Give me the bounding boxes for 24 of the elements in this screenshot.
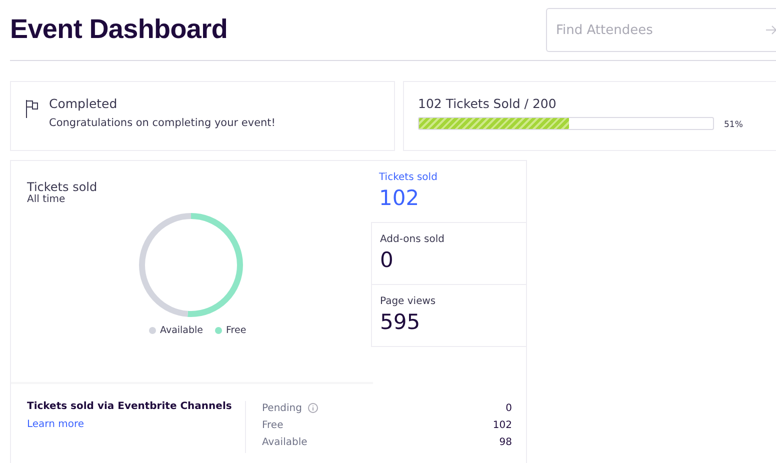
stat-tile[interactable]: Tickets sold 102 — [371, 161, 526, 223]
sales-title: 102 Tickets Sold / 200 — [418, 96, 558, 111]
page-title: Event Dashboard — [10, 14, 228, 45]
stat-tile[interactable]: Add-ons sold 0 — [371, 223, 526, 285]
row-label: Available — [262, 436, 308, 448]
channels-title: Tickets sold via Eventbrite Channels — [27, 401, 233, 412]
status-title: Completed — [49, 96, 118, 111]
legend-label: Free — [226, 325, 246, 336]
chart-subtitle: All time — [27, 194, 66, 205]
percent-label: 51% — [724, 120, 743, 130]
legend-label: Available — [160, 325, 204, 336]
row-label: Free — [262, 420, 284, 430]
info-icon[interactable] — [308, 403, 318, 413]
arrow-icon[interactable] — [766, 24, 776, 36]
flag-icon — [25, 100, 39, 118]
chart-title: Tickets sold — [27, 180, 98, 194]
learn-more-link[interactable]: Learn more — [27, 419, 84, 430]
row-value: 0 — [506, 402, 512, 414]
stat-tile[interactable]: Page views 595 — [371, 285, 526, 347]
row-value: 102 — [492, 420, 512, 430]
row-value: 98 — [499, 436, 512, 448]
search-field[interactable]: Find Attendees — [546, 8, 776, 52]
status-message: Congratulations on completing your event! — [49, 117, 276, 129]
row-label: Pending — [262, 402, 302, 414]
